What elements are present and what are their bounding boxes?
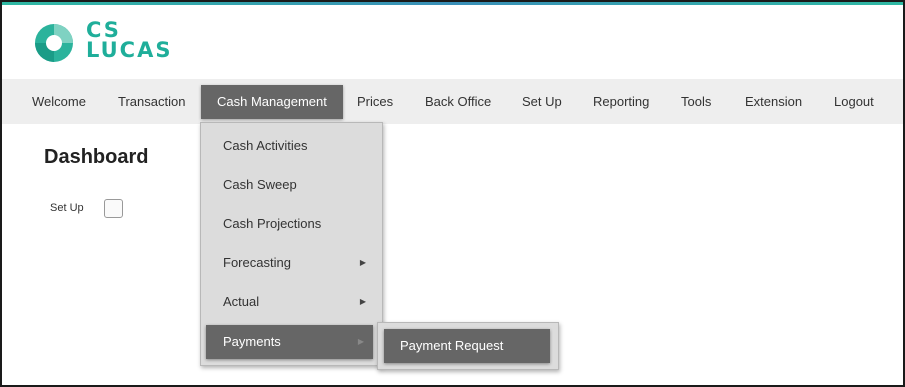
submenu-arrow-icon: ▶ [359, 297, 366, 306]
menu-item-label: Payments [223, 334, 281, 349]
nav-welcome[interactable]: Welcome [32, 85, 86, 119]
nav-reporting[interactable]: Reporting [593, 85, 649, 119]
menu-item-label: Forecasting [223, 255, 291, 270]
cash-management-dropdown: Cash Activities Cash Sweep Cash Projecti… [200, 122, 383, 366]
logo-mark-icon [35, 24, 73, 62]
menu-item-label: Cash Activities [223, 138, 308, 153]
menu-item-cash-sweep[interactable]: Cash Sweep [201, 168, 382, 202]
page-title: Dashboard [44, 146, 149, 168]
menu-item-payments[interactable]: Payments ▶ [206, 325, 373, 359]
brand-line-1: CS [86, 18, 121, 42]
nav-transaction[interactable]: Transaction [118, 85, 185, 119]
menu-item-label: Cash Projections [223, 216, 322, 231]
payments-submenu: Payment Request [377, 322, 559, 370]
top-accent-bar [2, 2, 903, 5]
submenu-arrow-icon: ▶ [359, 258, 366, 267]
nav-prices[interactable]: Prices [357, 85, 393, 119]
brand-line-2: LUCAS [86, 38, 173, 62]
submenu-arrow-icon: ▶ [357, 337, 364, 346]
nav-back-office[interactable]: Back Office [425, 85, 491, 119]
menu-item-cash-projections[interactable]: Cash Projections [201, 207, 382, 241]
app-window: CS LUCAS Welcome Transaction Cash Manage… [0, 0, 905, 387]
nav-set-up[interactable]: Set Up [522, 85, 562, 119]
nav-logout[interactable]: Logout [834, 85, 874, 119]
nav-tools[interactable]: Tools [681, 85, 711, 119]
nav-cash-management[interactable]: Cash Management [201, 85, 343, 119]
menu-item-payment-request[interactable]: Payment Request [384, 329, 550, 363]
menu-item-forecasting[interactable]: Forecasting ▶ [201, 246, 382, 280]
setup-label: Set Up [50, 202, 84, 214]
brand-name: CS LUCAS [86, 18, 173, 62]
menu-item-actual[interactable]: Actual ▶ [201, 285, 382, 319]
menu-item-label: Cash Sweep [223, 177, 297, 192]
setup-checkbox[interactable] [104, 199, 123, 218]
menu-item-label: Actual [223, 294, 260, 309]
main-nav-bar: Welcome Transaction Cash Management Pric… [2, 79, 903, 124]
nav-extension[interactable]: Extension [745, 85, 802, 119]
menu-item-cash-activities[interactable]: Cash Activities [201, 129, 382, 163]
